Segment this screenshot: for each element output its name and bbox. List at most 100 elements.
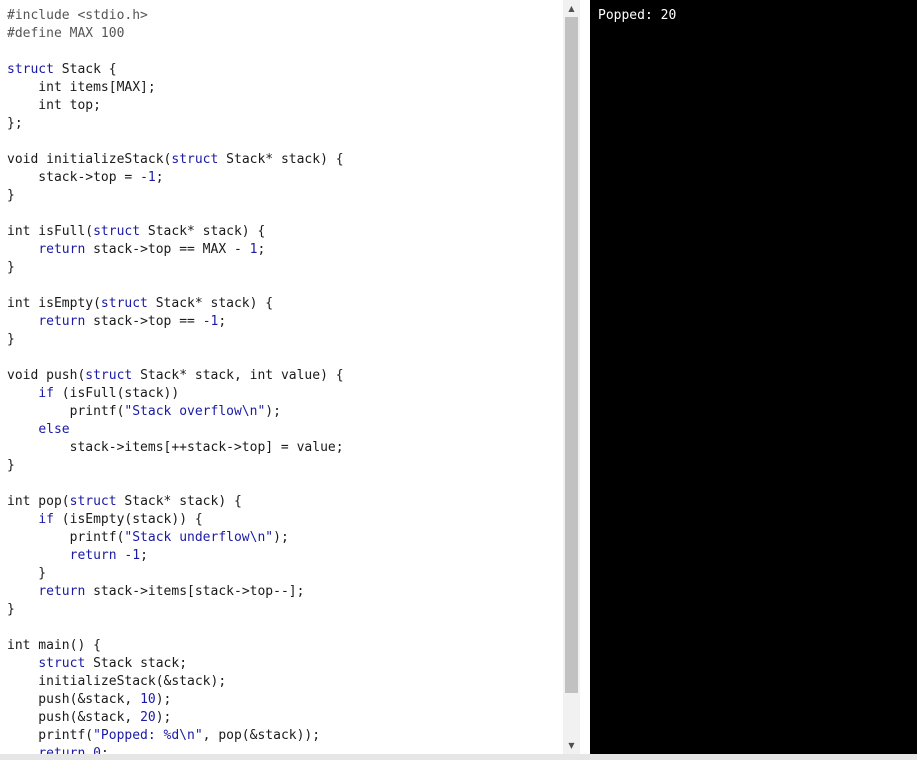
code-token: ; — [218, 314, 227, 329]
code-line[interactable] — [7, 43, 344, 61]
code-token: struct — [93, 224, 141, 239]
code-line[interactable]: } — [7, 565, 344, 583]
code-token: push(&stack, — [7, 710, 141, 725]
code-line[interactable]: stack->items[++stack->top] = value; — [7, 439, 344, 457]
code-token: if — [38, 386, 54, 401]
code-line[interactable]: return stack->top == -1; — [7, 313, 344, 331]
code-token: ; — [140, 548, 148, 563]
code-line[interactable]: int pop(struct Stack* stack) { — [7, 493, 344, 511]
scrollbar-thumb[interactable] — [565, 17, 578, 693]
code-token: printf( — [7, 530, 125, 545]
code-line[interactable] — [7, 133, 344, 151]
code-token: int top; — [7, 98, 101, 113]
code-line[interactable]: printf("Stack underflow\n"); — [7, 529, 344, 547]
code-line[interactable]: } — [7, 601, 344, 619]
code-token: stack->top = — [7, 170, 141, 185]
code-token: Stack { — [53, 62, 117, 77]
code-token: int main() { — [7, 638, 101, 653]
code-token: Stack stack; — [85, 656, 188, 671]
code-token: ; — [100, 746, 109, 754]
code-token: } — [7, 188, 15, 203]
code-token: } — [7, 602, 15, 617]
code-token: return — [38, 314, 86, 329]
code-line[interactable]: push(&stack, 10); — [7, 691, 344, 709]
code-line[interactable]: } — [7, 457, 344, 475]
code-line[interactable]: int items[MAX]; — [7, 79, 344, 97]
editor-vertical-scrollbar[interactable]: ▲ ▼ — [563, 0, 580, 754]
code-token: else — [38, 422, 70, 437]
code-line[interactable]: printf("Stack overflow\n"); — [7, 403, 344, 421]
code-token: } — [7, 332, 15, 347]
code-line[interactable] — [7, 349, 344, 367]
code-line[interactable]: #define MAX 100 — [7, 25, 344, 43]
code-line[interactable]: return 0; — [7, 745, 344, 754]
code-line[interactable]: int isFull(struct Stack* stack) { — [7, 223, 344, 241]
code-line[interactable] — [7, 205, 344, 223]
console-output: Popped: 20 — [598, 8, 677, 23]
code-token: stack->top == MAX - — [85, 242, 250, 257]
code-token: "Stack underflow\n" — [124, 530, 274, 545]
code-line[interactable]: push(&stack, 20); — [7, 709, 344, 727]
code-token: ); — [273, 530, 289, 545]
scroll-down-arrow-icon[interactable]: ▼ — [563, 737, 580, 754]
code-line[interactable]: return -1; — [7, 547, 344, 565]
code-token: 0 — [93, 746, 101, 754]
code-token: struct — [100, 296, 148, 311]
code-token: #include <stdio.h> — [7, 8, 148, 23]
code-token: struct — [69, 494, 117, 509]
code-line[interactable]: } — [7, 259, 344, 277]
code-line[interactable]: return stack->top == MAX - 1; — [7, 241, 344, 259]
code-line[interactable]: } — [7, 331, 344, 349]
code-line[interactable]: #include <stdio.h> — [7, 7, 344, 25]
code-editor[interactable]: #include <stdio.h> #define MAX 100 struct… — [0, 0, 563, 754]
code-token: ; — [257, 242, 266, 257]
code-token: printf( — [7, 728, 94, 743]
code-line[interactable]: else — [7, 421, 344, 439]
code-token: struct — [171, 152, 219, 167]
code-line[interactable]: return stack->items[stack->top--]; — [7, 583, 344, 601]
code-line[interactable] — [7, 619, 344, 637]
code-token: 20 — [140, 710, 156, 725]
code-token: Stack* stack, int value) { — [132, 368, 344, 383]
code-line[interactable] — [7, 475, 344, 493]
code-token: stack->items[stack->top--]; — [85, 584, 305, 599]
code-line[interactable]: initializeStack(&stack); — [7, 673, 344, 691]
code-token: int pop( — [7, 494, 70, 509]
code-line[interactable]: if (isEmpty(stack)) { — [7, 511, 344, 529]
code-token: return — [38, 584, 86, 599]
code-token: return — [38, 242, 86, 257]
code-token: int items[MAX]; — [7, 80, 156, 95]
code-line[interactable]: } — [7, 187, 344, 205]
code-line[interactable]: struct Stack stack; — [7, 655, 344, 673]
code-line[interactable]: int main() { — [7, 637, 344, 655]
code-line[interactable] — [7, 277, 344, 295]
code-token: Stack* stack) { — [140, 224, 266, 239]
code-line[interactable]: printf("Popped: %d\n", pop(&stack)); — [7, 727, 344, 745]
code-token: initializeStack(&stack); — [7, 674, 227, 689]
code-line[interactable]: struct Stack { — [7, 61, 344, 79]
code-token: stack->top == — [85, 314, 203, 329]
code-line[interactable]: void initializeStack(struct Stack* stack… — [7, 151, 344, 169]
scroll-up-arrow-icon[interactable]: ▲ — [563, 0, 580, 17]
code-token: if — [38, 512, 54, 527]
code-line[interactable]: void push(struct Stack* stack, int value… — [7, 367, 344, 385]
code-token: void push( — [7, 368, 86, 383]
code-token: , pop(&stack)); — [202, 728, 321, 743]
code-token: ); — [265, 404, 281, 419]
code-line[interactable]: }; — [7, 115, 344, 133]
code-line[interactable]: int isEmpty(struct Stack* stack) { — [7, 295, 344, 313]
code-line[interactable]: stack->top = -1; — [7, 169, 344, 187]
code-text[interactable]: #include <stdio.h> #define MAX 100 struct… — [7, 7, 344, 754]
code-line[interactable]: int top; — [7, 97, 344, 115]
code-token: printf( — [7, 404, 125, 419]
code-token: int isFull( — [7, 224, 94, 239]
code-token: 10 — [140, 692, 156, 707]
code-line[interactable]: if (isFull(stack)) — [7, 385, 344, 403]
